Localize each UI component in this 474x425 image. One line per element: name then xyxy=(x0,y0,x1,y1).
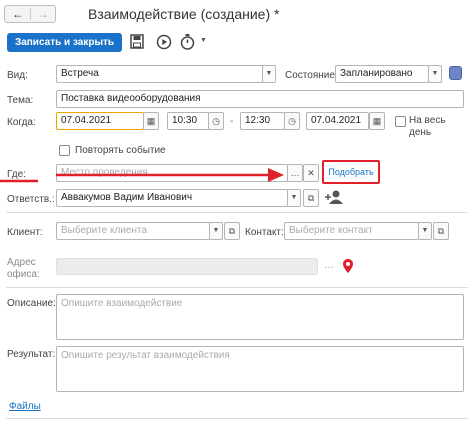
contact-field[interactable]: Выберите контакт xyxy=(284,222,419,240)
pick-button[interactable]: Подобрать xyxy=(326,164,376,180)
kogda-label: Когда: xyxy=(7,117,36,128)
chevron-down-icon[interactable]: ▼ xyxy=(428,65,442,83)
opisanie-field[interactable] xyxy=(56,294,464,340)
page-title: Взаимодействие (создание) * xyxy=(88,6,280,22)
client-field[interactable]: Выберите клиента xyxy=(56,222,210,240)
clock-icon[interactable]: ◷ xyxy=(208,112,224,130)
calendar-icon[interactable]: ▦ xyxy=(143,112,159,130)
save-and-close-button[interactable]: Записать и закрыть xyxy=(7,33,122,52)
chevron-down-icon[interactable]: ▼ xyxy=(418,222,432,240)
otvetstv-label: Ответств.: xyxy=(7,194,55,205)
divider xyxy=(6,418,468,419)
user-add-icon[interactable] xyxy=(325,189,345,205)
arrow-left-icon[interactable]: ← xyxy=(9,6,27,22)
open-icon[interactable]: ⧉ xyxy=(433,222,449,240)
vid-label: Вид: xyxy=(7,70,28,81)
calendar-icon[interactable]: ▦ xyxy=(369,112,385,130)
repeat-label: Повторять событие xyxy=(75,145,166,156)
chevron-down-icon[interactable]: ▼ xyxy=(209,222,223,240)
chevron-down-icon[interactable]: ▼ xyxy=(287,189,301,207)
address-label: Адрес xyxy=(7,257,36,268)
annotation-arrow xyxy=(0,168,284,183)
triangle-down-icon[interactable]: ▼ xyxy=(200,37,207,44)
open-icon[interactable]: ⧉ xyxy=(303,189,319,207)
allday-label-2: день xyxy=(409,127,432,138)
address-label-2: офиса: xyxy=(7,269,40,280)
allday-checkbox[interactable] xyxy=(395,116,406,127)
color-square-icon[interactable] xyxy=(449,66,462,80)
arrow-right-icon[interactable]: → xyxy=(34,6,52,22)
chevron-down-icon[interactable]: ▼ xyxy=(262,65,276,83)
allday-label: На весь xyxy=(409,115,446,126)
nav-divider xyxy=(30,8,31,20)
end-time-field[interactable]: 12:30 xyxy=(240,112,285,130)
result-label: Результат: xyxy=(7,349,56,360)
files-link[interactable]: Файлы xyxy=(9,401,41,412)
start-date-field[interactable]: 07.04.2021 xyxy=(56,112,144,130)
client-label: Клиент: xyxy=(7,227,43,238)
divider xyxy=(6,212,468,213)
address-field xyxy=(56,258,318,275)
end-date-field[interactable]: 07.04.2021 xyxy=(306,112,369,130)
map-pin-icon[interactable] xyxy=(343,259,353,273)
divider xyxy=(6,287,468,288)
result-field[interactable] xyxy=(56,346,464,392)
repeat-checkbox[interactable] xyxy=(59,145,70,156)
clock-icon[interactable]: ◷ xyxy=(284,112,300,130)
tema-label: Тема: xyxy=(7,95,34,106)
ellipsis-icon: … xyxy=(324,260,334,271)
vid-field[interactable]: Встреча xyxy=(56,65,264,83)
close-icon[interactable]: ✕ xyxy=(303,164,319,182)
open-icon[interactable]: ⧉ xyxy=(224,222,240,240)
time-dash: - xyxy=(230,116,234,127)
contact-label: Контакт: xyxy=(245,227,284,238)
opisanie-label: Описание: xyxy=(7,298,56,309)
status-field[interactable]: Запланировано xyxy=(335,65,429,83)
start-time-field[interactable]: 10:30 xyxy=(167,112,209,130)
play-icon[interactable] xyxy=(156,34,172,50)
otvetstv-field[interactable]: Аввакумов Вадим Иванович xyxy=(56,189,288,207)
stopwatch-icon[interactable] xyxy=(180,33,195,51)
status-label: Состояние: xyxy=(285,70,338,81)
tema-field[interactable]: Поставка видеооборудования xyxy=(56,90,464,108)
floppy-icon[interactable] xyxy=(130,34,144,50)
